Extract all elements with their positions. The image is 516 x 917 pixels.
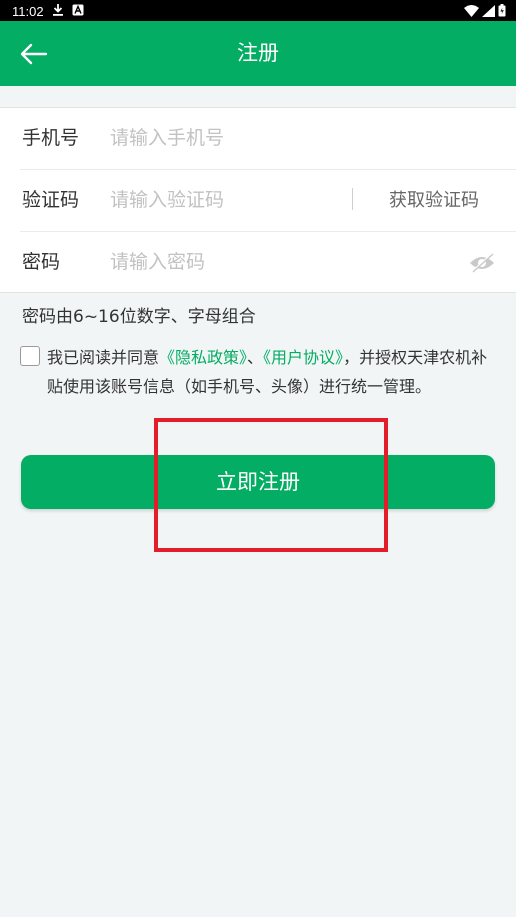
get-code-button[interactable]: 获取验证码 [366,170,502,231]
code-row: 验证码 获取验证码 [0,170,516,231]
page-title: 注册 [237,41,279,65]
eye-hidden-icon [470,253,494,273]
user-agreement-link[interactable]: 《用户协议》 [263,348,343,367]
password-row: 密码 [0,232,516,293]
password-hint: 密码由6~16位数字、字母组合 [22,307,256,327]
back-button[interactable] [10,30,58,78]
password-label: 密码 [22,251,61,273]
agreement-separator: 、 [247,348,264,367]
wifi-icon [464,4,479,17]
agreement-text: 我已阅读并同意《隐私政策》、《用户协议》，并授权天津农机补贴使用该账号信息（如手… [47,343,497,401]
agreement-checkbox[interactable] [20,346,40,366]
register-form: 手机号 验证码 获取验证码 密码 [0,107,516,293]
phone-input[interactable] [110,122,450,154]
privacy-policy-link[interactable]: 《隐私政策》 [159,348,247,367]
password-input[interactable] [110,246,450,278]
battery-icon [498,4,506,17]
red-highlight-box [154,418,388,552]
code-separator [352,188,353,210]
signal-icon [482,4,495,17]
status-time: 11:02 [12,3,44,19]
phone-label: 手机号 [22,127,80,149]
notification-a-icon [72,4,84,19]
phone-row: 手机号 [0,108,516,169]
app-bar: 注册 [0,21,516,86]
code-label: 验证码 [22,189,80,211]
download-icon [52,3,64,19]
password-visibility-toggle[interactable] [466,248,498,278]
back-arrow-icon [20,43,48,65]
agreement-prefix: 我已阅读并同意 [47,348,160,367]
code-input[interactable] [110,184,340,216]
status-bar: 11:02 [0,0,516,21]
